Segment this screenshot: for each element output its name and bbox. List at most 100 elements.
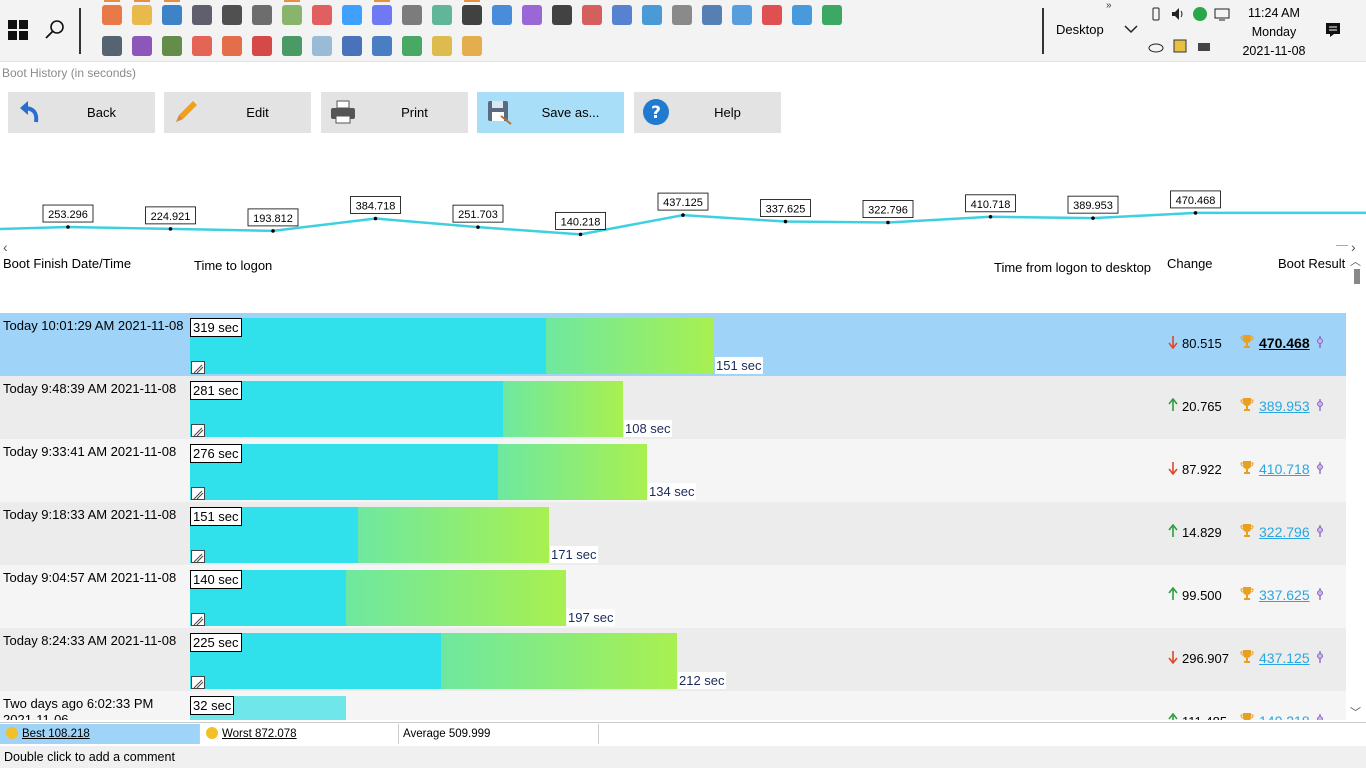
pin-icon[interactable] xyxy=(1316,587,1324,601)
terminal-icon[interactable] xyxy=(222,5,242,25)
visual-studio-icon[interactable] xyxy=(522,5,542,25)
onedrive-icon[interactable] xyxy=(1148,38,1164,54)
printer-tool-icon[interactable] xyxy=(192,5,212,25)
gimp-icon[interactable] xyxy=(282,0,302,25)
comment-icon[interactable] xyxy=(191,613,205,626)
comment-icon[interactable] xyxy=(191,424,205,437)
excel-icon[interactable] xyxy=(402,36,422,56)
pin-icon[interactable] xyxy=(1316,335,1324,349)
horizontal-scroll-thumb[interactable] xyxy=(1336,245,1348,246)
cmd-icon[interactable] xyxy=(462,0,482,25)
worst-value[interactable]: Worst 872.078 xyxy=(222,728,297,740)
header-boot-result[interactable]: Boot Result xyxy=(1278,256,1345,271)
notification-center-icon[interactable] xyxy=(1325,22,1341,38)
best-value[interactable]: Best 108.218 xyxy=(22,728,90,740)
network-icon[interactable] xyxy=(702,5,722,25)
help-button[interactable]: ? Help xyxy=(634,92,781,133)
clock-app-icon[interactable] xyxy=(402,5,422,25)
header-boot-finish[interactable]: Boot Finish Date/Time xyxy=(3,256,131,271)
vscode-icon[interactable] xyxy=(492,5,512,25)
boot-result-link[interactable]: 140.218 xyxy=(1259,713,1310,720)
usb-icon[interactable] xyxy=(1148,6,1164,22)
windows-start-icon[interactable] xyxy=(8,20,28,40)
pin-icon[interactable] xyxy=(1316,398,1324,412)
green-app-icon[interactable] xyxy=(822,5,842,25)
firefox-icon[interactable] xyxy=(102,0,122,25)
pin-icon[interactable] xyxy=(1316,461,1324,475)
desktop-toolbar-label[interactable]: Desktop xyxy=(1056,22,1104,37)
winrar-tray-icon[interactable] xyxy=(1172,38,1188,54)
trophy-icon xyxy=(1240,398,1254,411)
remote-desktop-icon[interactable] xyxy=(732,5,752,25)
save-as-button[interactable]: Save as... xyxy=(477,92,624,133)
boot-result-link[interactable]: 437.125 xyxy=(1259,650,1310,666)
outlook-icon[interactable] xyxy=(162,0,182,25)
comment-icon[interactable] xyxy=(191,550,205,563)
pin-icon[interactable] xyxy=(1316,524,1324,538)
video-editor-icon[interactable] xyxy=(132,36,152,56)
toolbar-overflow-icon[interactable]: » xyxy=(1106,0,1112,11)
settings-icon[interactable] xyxy=(672,5,692,25)
acrobat-icon[interactable] xyxy=(252,36,272,56)
boot-row[interactable]: Today 9:04:57 AM 2021-11-08 140 sec 197 se… xyxy=(0,565,1346,628)
paint-icon[interactable] xyxy=(432,5,452,25)
scanner-tray-icon[interactable] xyxy=(1196,38,1212,54)
header-change[interactable]: Change xyxy=(1167,256,1213,271)
chevron-down-icon[interactable] xyxy=(1124,24,1138,34)
boot-row[interactable]: Today 10:01:29 AM 2021-11-08 319 sec 151 s… xyxy=(0,313,1346,376)
scroll-down-icon[interactable]: ﹀ xyxy=(1350,704,1361,720)
comment-icon[interactable] xyxy=(191,487,205,500)
boot-result-link[interactable]: 322.796 xyxy=(1259,524,1310,540)
best-cell[interactable]: Best 108.218 xyxy=(0,724,200,744)
header-time-to-logon[interactable]: Time to logon xyxy=(194,258,272,273)
mysql-icon[interactable] xyxy=(462,36,482,56)
scroll-left-icon[interactable]: ‹ xyxy=(3,239,8,255)
boot-row[interactable]: Today 9:33:41 AM 2021-11-08 276 sec 134 se… xyxy=(0,439,1346,502)
discord-icon[interactable] xyxy=(372,0,392,25)
messenger-icon[interactable] xyxy=(342,5,362,25)
notes-icon[interactable] xyxy=(312,36,332,56)
todo-icon[interactable] xyxy=(792,5,812,25)
back-button[interactable]: Back xyxy=(8,92,155,133)
sheets-icon[interactable] xyxy=(282,36,302,56)
tree-icon[interactable] xyxy=(162,36,182,56)
pin-icon[interactable] xyxy=(1316,650,1324,664)
network-monitor-icon[interactable] xyxy=(1214,6,1230,22)
powershell-icon[interactable] xyxy=(612,5,632,25)
pdf-tool-icon[interactable] xyxy=(762,5,782,25)
vertical-scroll-thumb[interactable] xyxy=(1354,269,1360,284)
boot-result-link[interactable]: 389.953 xyxy=(1259,398,1310,414)
doc-icon[interactable] xyxy=(372,36,392,56)
boot-result-link[interactable]: 410.718 xyxy=(1259,461,1310,477)
boot-result-link[interactable]: 337.625 xyxy=(1259,587,1310,603)
chrome-icon[interactable] xyxy=(192,36,212,56)
volume-icon[interactable] xyxy=(1170,6,1186,22)
security-app-icon[interactable] xyxy=(1192,6,1208,22)
worst-cell[interactable]: Worst 872.078 xyxy=(200,724,399,744)
boot-row[interactable]: Today 9:18:33 AM 2021-11-08 151 sec 171 se… xyxy=(0,502,1346,565)
search-icon[interactable] xyxy=(44,19,66,41)
print-button[interactable]: Print xyxy=(321,92,468,133)
scroll-up-icon[interactable]: ︿ xyxy=(1350,253,1361,269)
cmd2-icon[interactable] xyxy=(552,5,572,25)
grid-app-icon[interactable] xyxy=(642,5,662,25)
notepadpp-icon[interactable] xyxy=(582,5,602,25)
boot-row[interactable]: Today 9:48:39 AM 2021-11-08 281 sec 108 se… xyxy=(0,376,1346,439)
pin-icon[interactable] xyxy=(1316,713,1324,720)
file-explorer-icon[interactable] xyxy=(132,0,152,25)
header-logon-to-desktop[interactable]: Time from logon to desktop xyxy=(994,260,1151,275)
arrow-up-icon xyxy=(1168,524,1178,537)
winrar-icon[interactable] xyxy=(312,5,332,25)
comment-icon[interactable] xyxy=(191,361,205,374)
help-tool-icon[interactable] xyxy=(432,36,452,56)
word-icon[interactable] xyxy=(342,36,362,56)
taskbar-clock[interactable]: 11:24 AM Monday 2021-11-08 xyxy=(1236,4,1312,61)
boot-row[interactable]: Two days ago 6:02:33 PM2021-11-06 32 sec 1… xyxy=(0,691,1346,720)
comment-icon[interactable] xyxy=(191,676,205,689)
monitor-icon[interactable] xyxy=(102,36,122,56)
boot-result-link[interactable]: 470.468 xyxy=(1259,335,1310,351)
office-icon[interactable] xyxy=(222,36,242,56)
boot-row[interactable]: Today 8:24:33 AM 2021-11-08 225 sec 212 se… xyxy=(0,628,1346,691)
scanner-icon[interactable] xyxy=(252,5,272,25)
edit-button[interactable]: Edit xyxy=(164,92,311,133)
